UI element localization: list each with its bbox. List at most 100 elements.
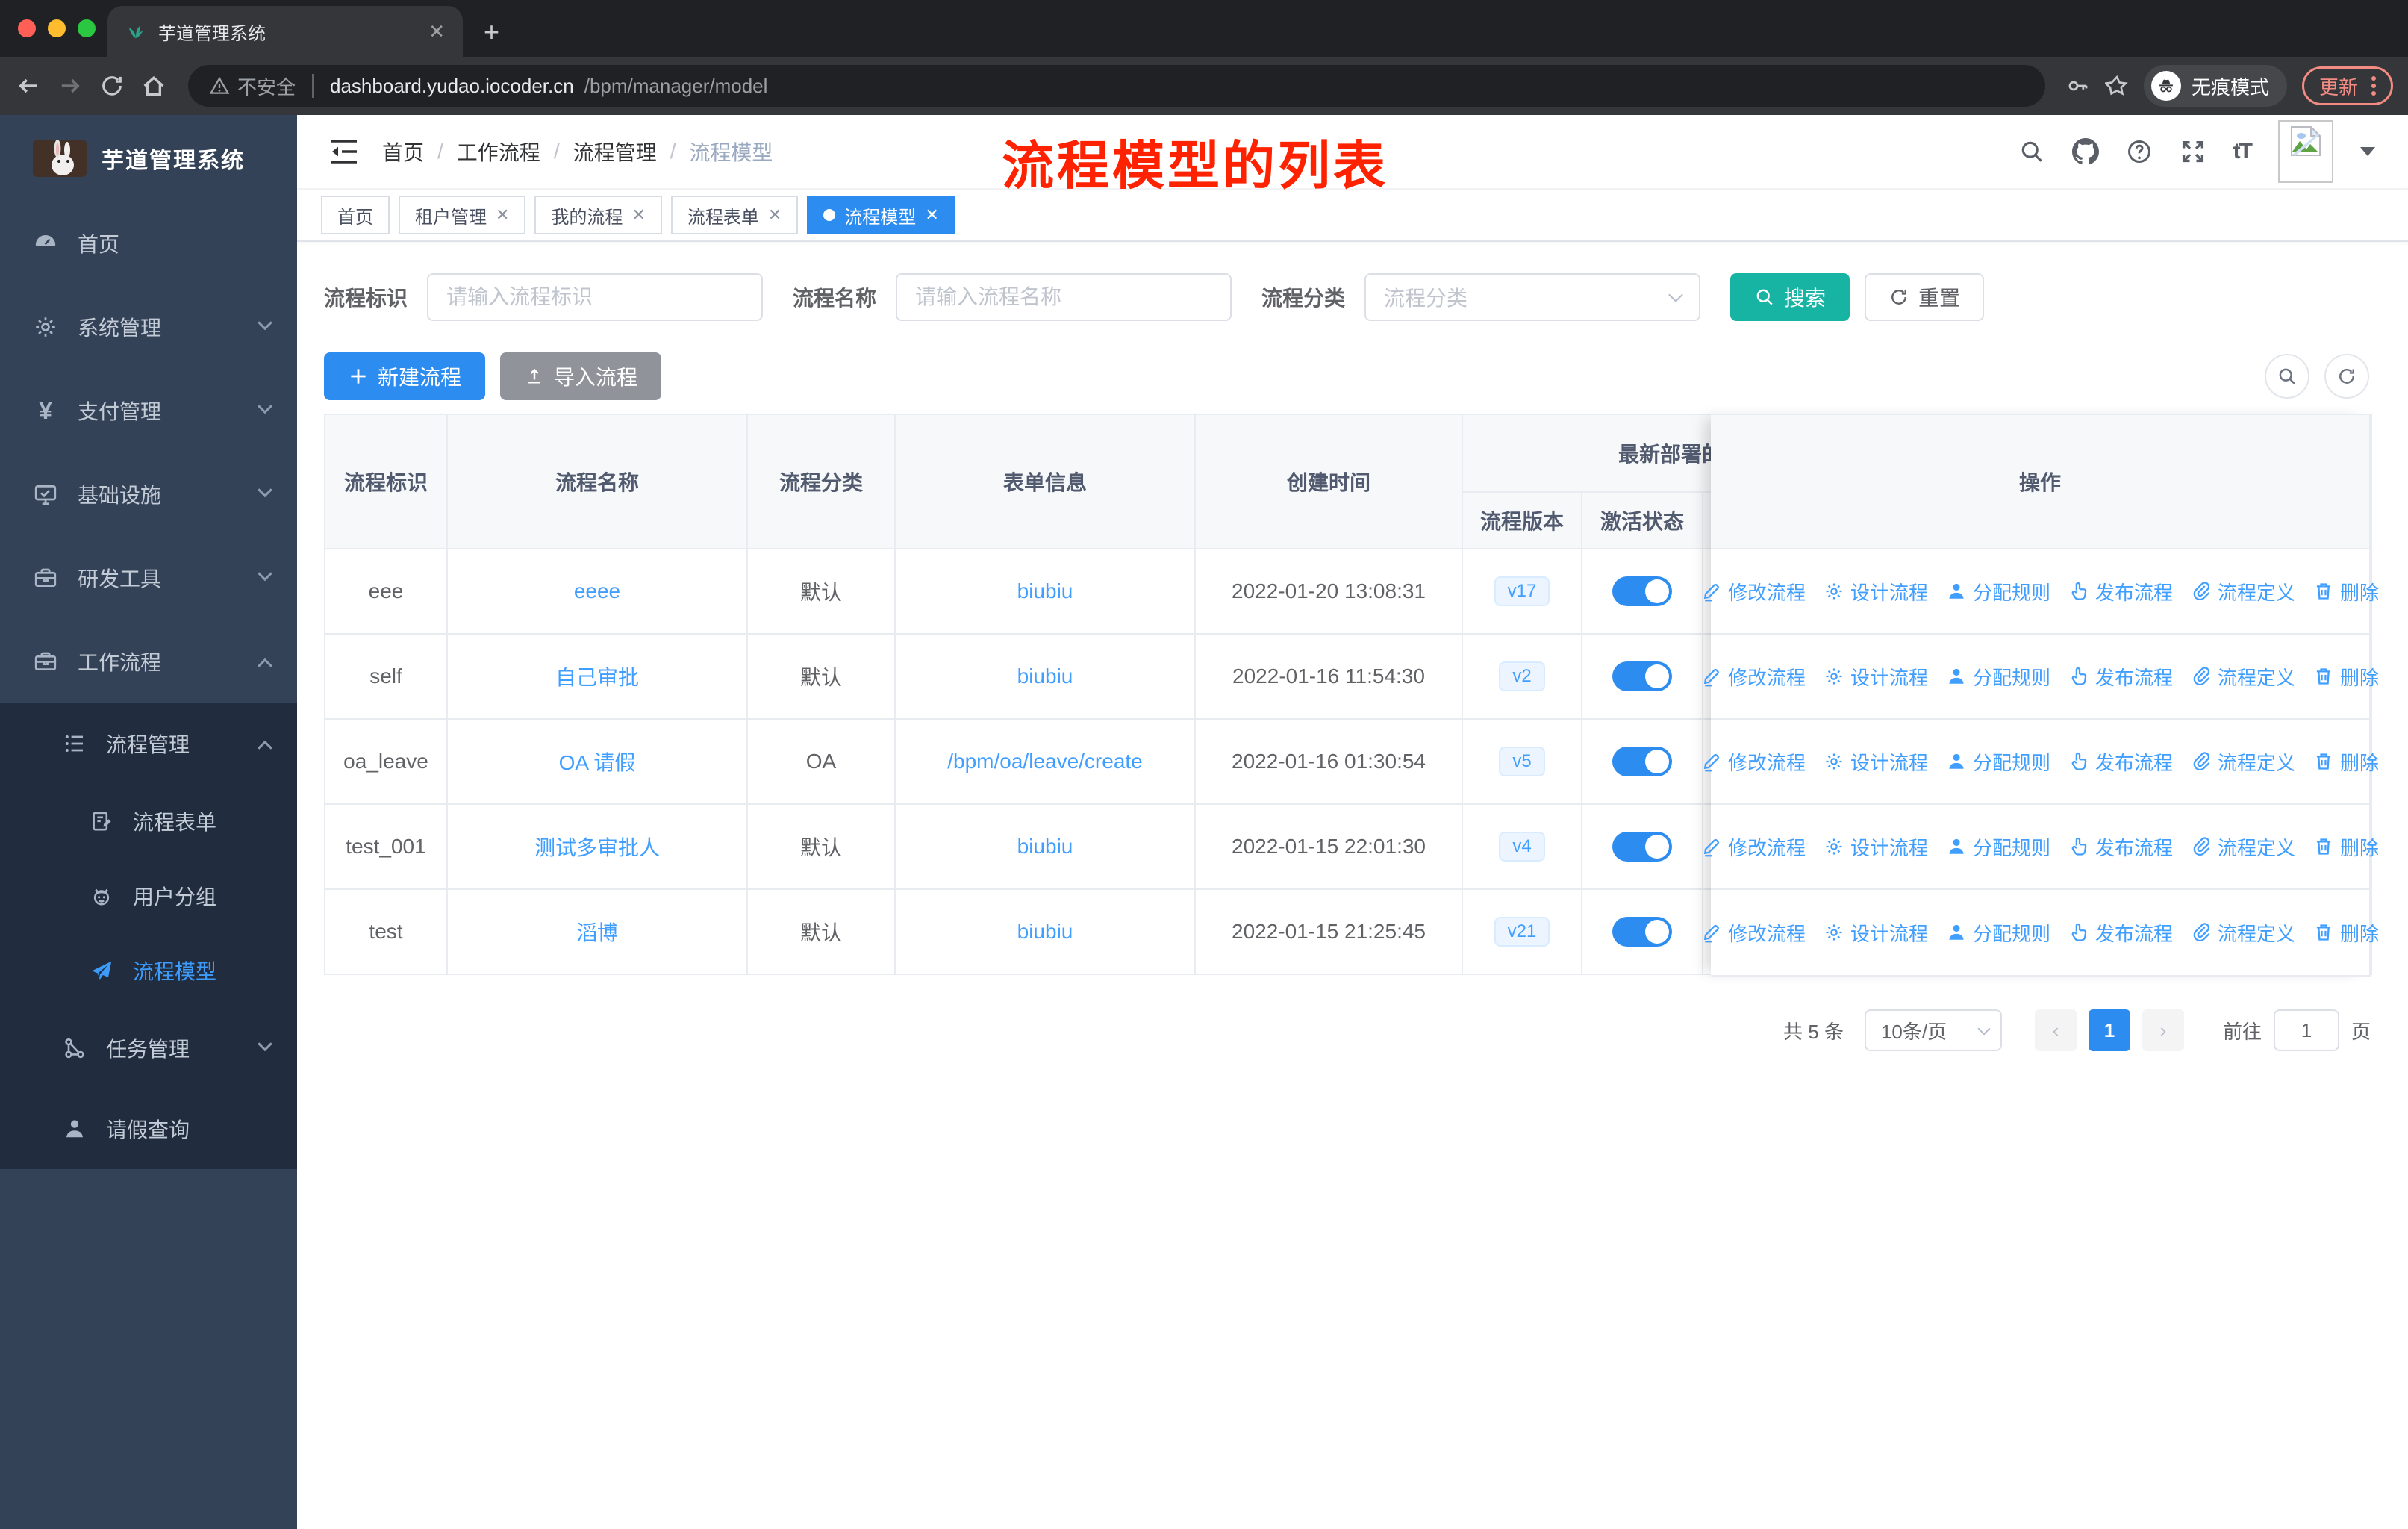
close-icon[interactable]: ✕ — [631, 205, 645, 225]
version-badge[interactable]: v2 — [1499, 661, 1545, 691]
publish-process-link[interactable]: 发布流程 — [2068, 578, 2173, 605]
sidebar-logo[interactable]: 芋道管理系统 — [0, 115, 297, 202]
active-toggle[interactable] — [1612, 832, 1672, 862]
sidebar-item-infra[interactable]: 基础设施 — [0, 452, 297, 536]
close-icon[interactable]: ✕ — [925, 205, 938, 225]
delete-link[interactable]: 删除 — [2313, 748, 2379, 776]
version-badge[interactable]: v17 — [1494, 576, 1550, 606]
help-icon[interactable] — [2126, 138, 2153, 165]
sidebar-item-devtools[interactable]: 研发工具 — [0, 536, 297, 620]
bookmark-star-icon[interactable] — [2105, 74, 2129, 98]
active-toggle[interactable] — [1612, 747, 1672, 776]
edit-process-link[interactable]: 修改流程 — [1701, 663, 1806, 691]
assign-rule-link[interactable]: 分配规则 — [1946, 748, 2050, 776]
search-button[interactable]: 搜索 — [1730, 273, 1850, 321]
avatar-caret-icon[interactable] — [2360, 147, 2375, 156]
close-icon[interactable]: ✕ — [768, 205, 782, 225]
close-window-button[interactable] — [18, 19, 36, 37]
delete-link[interactable]: 删除 — [2313, 578, 2379, 605]
sidebar-item-workflow[interactable]: 工作流程 — [0, 620, 297, 703]
breadcrumb-item[interactable]: 工作流程 — [457, 137, 540, 166]
kebab-menu-icon[interactable] — [2371, 76, 2376, 96]
create-process-button[interactable]: 新建流程 — [324, 352, 486, 400]
process-name-link[interactable]: OA 请假 — [559, 751, 636, 774]
window-controls[interactable] — [18, 19, 96, 37]
design-process-link[interactable]: 设计流程 — [1824, 833, 1928, 861]
security-chip[interactable]: 不安全 — [209, 72, 296, 100]
sidebar-item-home[interactable]: 首页 — [0, 202, 297, 285]
page-number-button[interactable]: 1 — [2088, 1009, 2130, 1051]
refresh-table-button[interactable] — [2324, 354, 2369, 399]
process-definition-link[interactable]: 流程定义 — [2191, 663, 2295, 691]
form-info-link[interactable]: biubiu — [1017, 664, 1073, 688]
publish-process-link[interactable]: 发布流程 — [2068, 663, 2173, 691]
breadcrumb-item[interactable]: 流程管理 — [573, 137, 657, 166]
version-badge[interactable]: v5 — [1499, 747, 1545, 776]
assign-rule-link[interactable]: 分配规则 — [1946, 578, 2050, 605]
active-toggle[interactable] — [1612, 661, 1672, 691]
design-process-link[interactable]: 设计流程 — [1824, 748, 1928, 776]
form-info-link[interactable]: biubiu — [1017, 835, 1073, 858]
browser-update-menu[interactable]: 更新 — [2301, 66, 2393, 105]
process-definition-link[interactable]: 流程定义 — [2191, 578, 2295, 605]
process-definition-link[interactable]: 流程定义 — [2191, 919, 2295, 947]
delete-link[interactable]: 删除 — [2313, 833, 2379, 861]
process-name-link[interactable]: eeee — [574, 579, 620, 602]
process-definition-link[interactable]: 流程定义 — [2191, 833, 2295, 861]
delete-link[interactable]: 删除 — [2313, 663, 2379, 691]
tag-tenant[interactable]: 租户管理 ✕ — [399, 196, 526, 234]
form-info-link[interactable]: biubiu — [1017, 920, 1073, 943]
delete-link[interactable]: 删除 — [2313, 919, 2379, 947]
breadcrumb-item[interactable]: 首页 — [382, 137, 424, 166]
new-tab-button[interactable]: + — [484, 16, 499, 57]
version-badge[interactable]: v21 — [1494, 917, 1550, 947]
browser-tab[interactable]: 芋道管理系统 ✕ — [107, 6, 463, 57]
page-size-select[interactable]: 10条/页 — [1864, 1009, 2002, 1051]
process-name-link[interactable]: 测试多审批人 — [534, 836, 660, 859]
fullscreen-icon[interactable] — [2180, 138, 2206, 165]
sidebar-item-user-group[interactable]: 用户分组 — [0, 859, 297, 933]
minimize-window-button[interactable] — [48, 19, 66, 37]
publish-process-link[interactable]: 发布流程 — [2068, 748, 2173, 776]
tag-process-form[interactable]: 流程表单 ✕ — [670, 196, 799, 234]
form-info-link[interactable]: /bpm/oa/leave/create — [947, 750, 1143, 773]
prev-page-button[interactable]: ‹ — [2034, 1009, 2077, 1051]
active-toggle[interactable] — [1612, 576, 1672, 606]
edit-process-link[interactable]: 修改流程 — [1701, 833, 1806, 861]
tag-my-process[interactable]: 我的流程 ✕ — [534, 196, 662, 234]
github-icon[interactable] — [2072, 138, 2099, 165]
goto-page-input[interactable] — [2273, 1009, 2339, 1051]
import-process-button[interactable]: 导入流程 — [500, 352, 662, 400]
process-definition-link[interactable]: 流程定义 — [2191, 748, 2295, 776]
sidebar-fold-icon[interactable] — [330, 139, 358, 164]
font-size-icon[interactable]: tT — [2233, 139, 2253, 164]
process-name-input[interactable] — [896, 273, 1232, 321]
assign-rule-link[interactable]: 分配规则 — [1946, 833, 2050, 861]
sidebar-item-process-mgmt[interactable]: 流程管理 — [0, 703, 297, 784]
sidebar-item-leave-query[interactable]: 请假查询 — [0, 1089, 297, 1169]
design-process-link[interactable]: 设计流程 — [1824, 578, 1928, 605]
edit-process-link[interactable]: 修改流程 — [1701, 919, 1806, 947]
home-icon[interactable] — [140, 72, 167, 99]
process-category-select[interactable]: 流程分类 — [1364, 273, 1701, 321]
tag-home[interactable]: 首页 — [321, 196, 390, 234]
back-icon[interactable] — [15, 72, 42, 99]
key-icon[interactable] — [2066, 74, 2090, 98]
sidebar-item-process-form[interactable]: 流程表单 — [0, 784, 297, 859]
process-key-input[interactable] — [427, 273, 764, 321]
active-toggle[interactable] — [1612, 917, 1672, 947]
version-badge[interactable]: v4 — [1499, 832, 1545, 862]
search-icon[interactable] — [2018, 138, 2045, 165]
sidebar-item-process-model[interactable]: 流程模型 — [0, 933, 297, 1008]
form-info-link[interactable]: biubiu — [1017, 579, 1073, 602]
sidebar-item-task-mgmt[interactable]: 任务管理 — [0, 1008, 297, 1089]
assign-rule-link[interactable]: 分配规则 — [1946, 919, 2050, 947]
reload-icon[interactable] — [99, 72, 125, 99]
publish-process-link[interactable]: 发布流程 — [2068, 833, 2173, 861]
zoom-window-button[interactable] — [78, 19, 96, 37]
publish-process-link[interactable]: 发布流程 — [2068, 919, 2173, 947]
edit-process-link[interactable]: 修改流程 — [1701, 748, 1806, 776]
user-avatar[interactable] — [2278, 120, 2333, 183]
edit-process-link[interactable]: 修改流程 — [1701, 578, 1806, 605]
tab-close-icon[interactable]: ✕ — [428, 20, 445, 43]
